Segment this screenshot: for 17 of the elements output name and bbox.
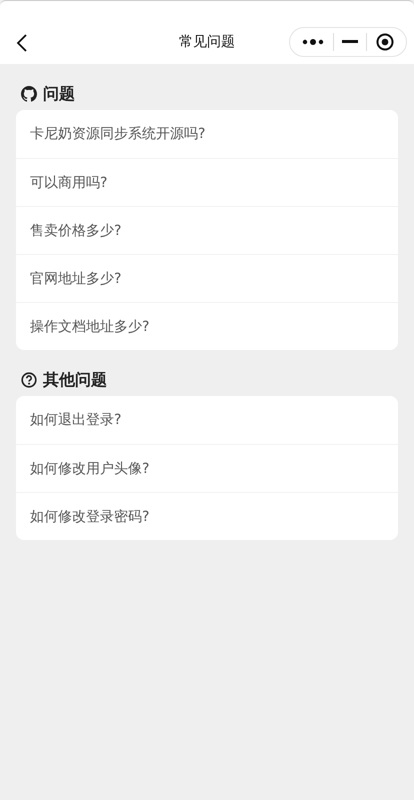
question-item[interactable]: 卡尼奶资源同步系统开源吗? — [16, 110, 398, 158]
question-item[interactable]: 如何退出登录? — [16, 396, 398, 444]
more-icon[interactable] — [302, 38, 324, 46]
question-item[interactable]: 操作文档地址多少? — [16, 302, 398, 350]
help-icon — [21, 372, 37, 388]
question-item[interactable]: 售卖价格多少? — [16, 206, 398, 254]
back-icon[interactable] — [16, 33, 28, 53]
section-title: 其他问题 — [43, 370, 107, 390]
cat-icon — [21, 86, 37, 102]
question-item[interactable]: 官网地址多少? — [16, 254, 398, 302]
page-title: 常见问题 — [179, 33, 235, 51]
minimize-icon[interactable] — [342, 40, 358, 44]
question-item[interactable]: 可以商用吗? — [16, 158, 398, 206]
question-item[interactable]: 如何修改用户头像? — [16, 444, 398, 492]
close-icon[interactable] — [376, 33, 394, 51]
section-title: 问题 — [43, 84, 75, 104]
question-item[interactable]: 如何修改登录密码? — [16, 492, 398, 540]
